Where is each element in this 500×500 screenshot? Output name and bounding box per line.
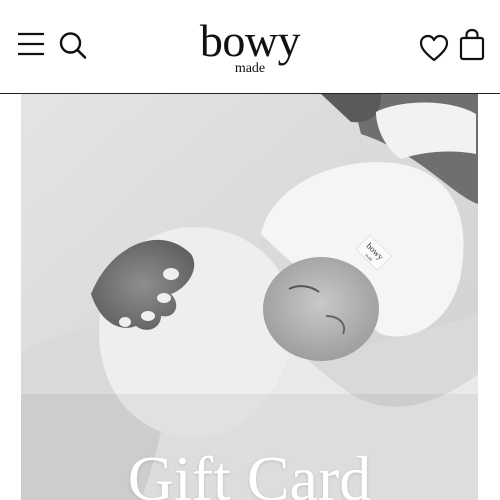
- hero-title: Gift Card: [127, 443, 372, 500]
- logo-wordmark: bowy: [199, 15, 301, 66]
- shopping-bag-icon[interactable]: [458, 28, 486, 62]
- site-header: bowy made: [0, 0, 500, 94]
- heart-icon[interactable]: [418, 33, 450, 63]
- baby-photo: bowy made: [21, 94, 478, 500]
- search-icon[interactable]: [57, 29, 89, 61]
- menu-icon[interactable]: [16, 31, 46, 57]
- gift-card-hero[interactable]: bowy made Gift Card: [21, 94, 478, 500]
- brand-logo[interactable]: bowy made: [180, 8, 320, 86]
